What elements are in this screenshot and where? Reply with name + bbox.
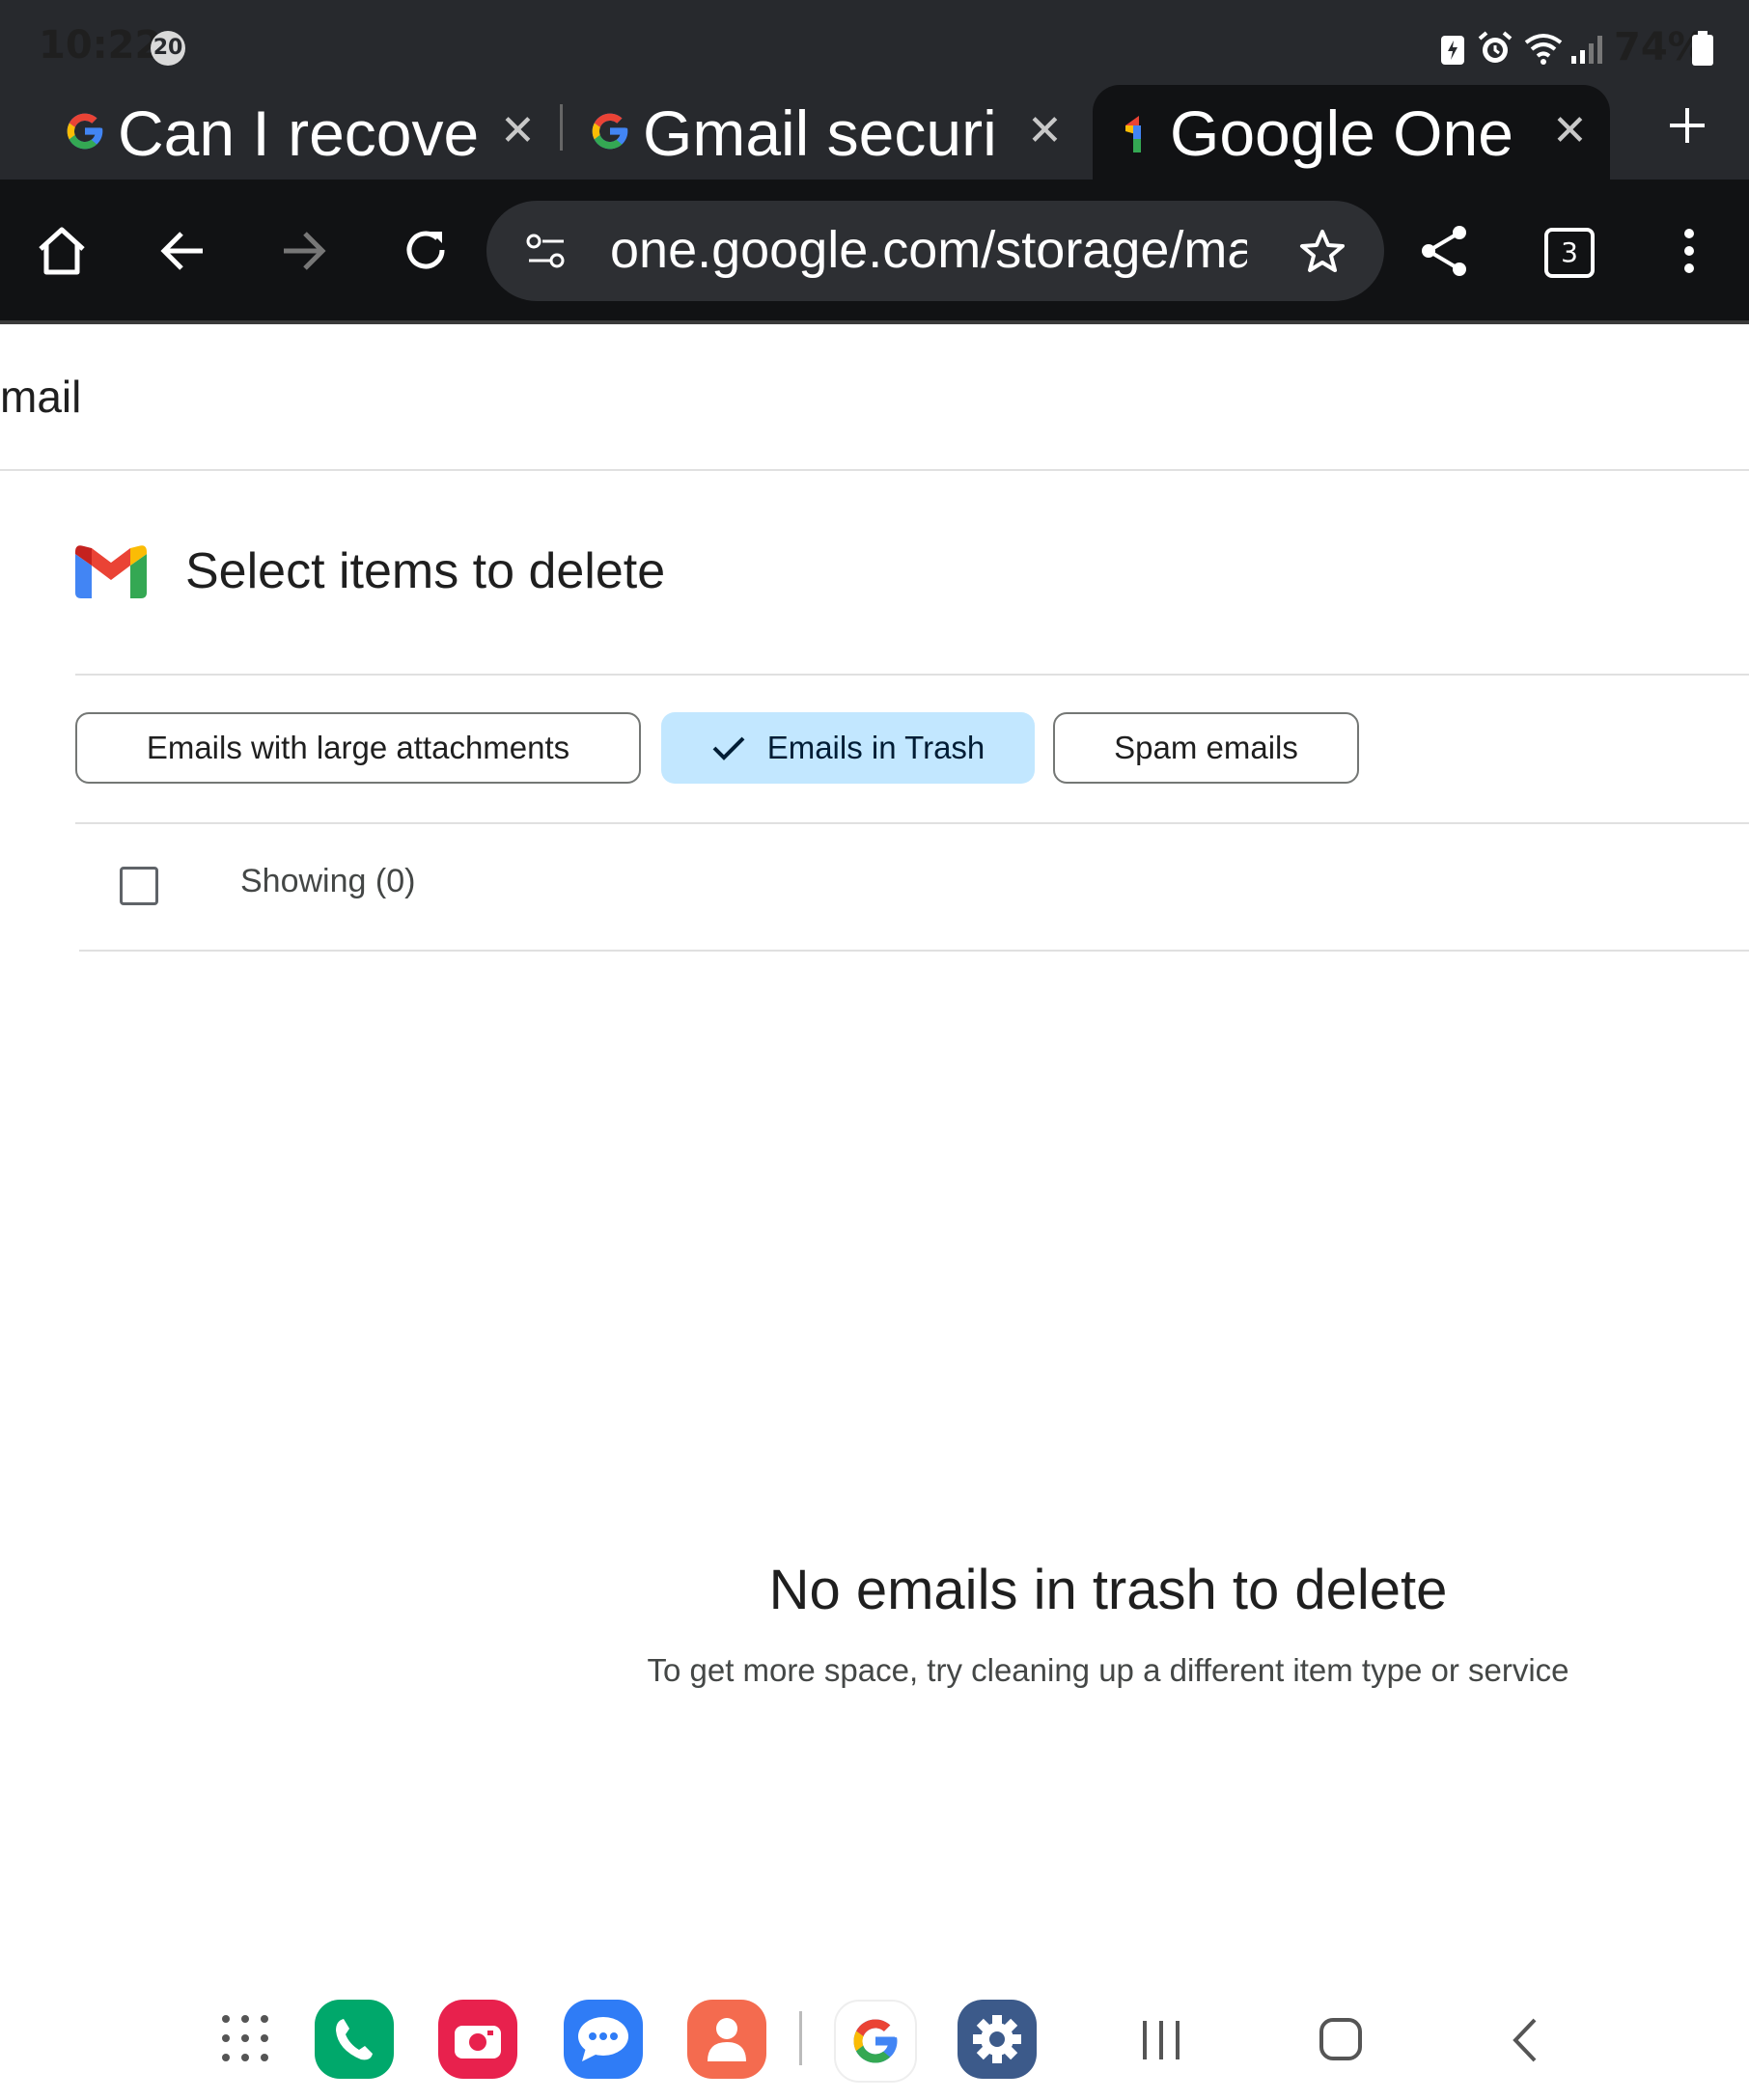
back-nav-icon[interactable] — [1510, 2017, 1539, 2063]
filter-chip-emails-in-trash[interactable]: Emails in Trash — [661, 712, 1035, 784]
section-divider — [75, 674, 1749, 676]
new-tab-icon[interactable] — [1666, 104, 1708, 147]
toolbar-divider — [0, 320, 1749, 324]
chip-label: Spam emails — [1114, 730, 1298, 765]
reload-icon[interactable] — [402, 226, 450, 274]
empty-state-subtitle: To get more space, try cleaning up a dif… — [647, 1652, 1569, 1688]
checkmark-icon — [712, 736, 745, 760]
tab-title: Google One — [1170, 97, 1513, 169]
dock-divider — [799, 2011, 802, 2065]
google-g-icon — [67, 113, 103, 150]
showing-count: Showing (0) — [240, 863, 416, 899]
contacts-icon — [708, 2018, 746, 2061]
google-icon — [853, 2019, 898, 2063]
settings-app-icon[interactable] — [958, 2000, 1037, 2079]
google-app-icon[interactable] — [834, 2000, 917, 2083]
home-nav-icon[interactable] — [1319, 2017, 1363, 2061]
back-icon[interactable] — [158, 228, 207, 274]
contacts-app-icon[interactable] — [687, 2000, 766, 2079]
tab-switcher-button[interactable]: 3 — [1544, 228, 1595, 278]
header-divider — [0, 469, 1749, 471]
filter-chip-large-attachments[interactable]: Emails with large attachments — [75, 712, 641, 784]
recents-icon[interactable] — [1139, 2019, 1183, 2061]
tab-title: Can I recove — [118, 97, 480, 169]
chip-label: Emails with large attachments — [146, 730, 570, 765]
cell-signal-icon — [1571, 36, 1602, 64]
more-menu-icon[interactable] — [1678, 226, 1701, 276]
chip-label: Emails in Trash — [766, 730, 986, 765]
close-tab-icon[interactable]: ✕ — [500, 106, 536, 155]
battery-saver-icon — [1441, 36, 1464, 65]
camera-app-icon[interactable] — [438, 2000, 517, 2079]
phone-icon — [336, 2019, 373, 2060]
section-title: Select items to delete — [185, 543, 666, 599]
messages-app-icon[interactable] — [564, 2000, 643, 2079]
url-text[interactable]: one.google.com/storage/mai — [610, 220, 1247, 280]
empty-state-title: No emails in trash to delete — [768, 1559, 1448, 1621]
app-drawer-icon[interactable] — [220, 2013, 270, 2063]
select-all-checkbox[interactable] — [120, 867, 158, 905]
notification-count-badge: 20 — [151, 31, 185, 66]
google-one-icon — [1125, 116, 1141, 152]
tab-can-i-recover[interactable]: Can I recove ✕ — [58, 89, 560, 181]
close-tab-icon[interactable]: ✕ — [1027, 106, 1063, 155]
wifi-icon — [1524, 34, 1563, 65]
forward-icon[interactable] — [280, 228, 328, 274]
tab-title: Gmail securi — [643, 97, 997, 169]
status-time: 10:22 — [39, 23, 162, 68]
messages-icon — [578, 2017, 628, 2061]
google-g-icon — [592, 113, 628, 150]
camera-icon — [455, 2026, 501, 2059]
phone-app-icon[interactable] — [315, 2000, 394, 2079]
tab-google-one[interactable]: Google One ✕ — [1116, 89, 1610, 181]
alarm-icon — [1478, 31, 1513, 63]
list-header-divider — [79, 950, 1749, 952]
gmail-logo-icon — [75, 545, 147, 598]
page-header-title: mail — [0, 372, 82, 422]
settings-icon — [973, 2015, 1021, 2063]
share-icon[interactable] — [1419, 224, 1469, 278]
chips-divider — [75, 822, 1749, 824]
tab-gmail-security[interactable]: Gmail securi ✕ — [583, 89, 1085, 181]
site-settings-icon[interactable] — [525, 232, 568, 270]
tab-divider — [560, 104, 563, 151]
filter-chip-spam-emails[interactable]: Spam emails — [1053, 712, 1359, 784]
close-tab-icon[interactable]: ✕ — [1552, 106, 1588, 155]
battery-icon — [1692, 31, 1713, 66]
bookmark-star-icon[interactable] — [1299, 228, 1346, 274]
home-icon[interactable] — [37, 226, 87, 276]
